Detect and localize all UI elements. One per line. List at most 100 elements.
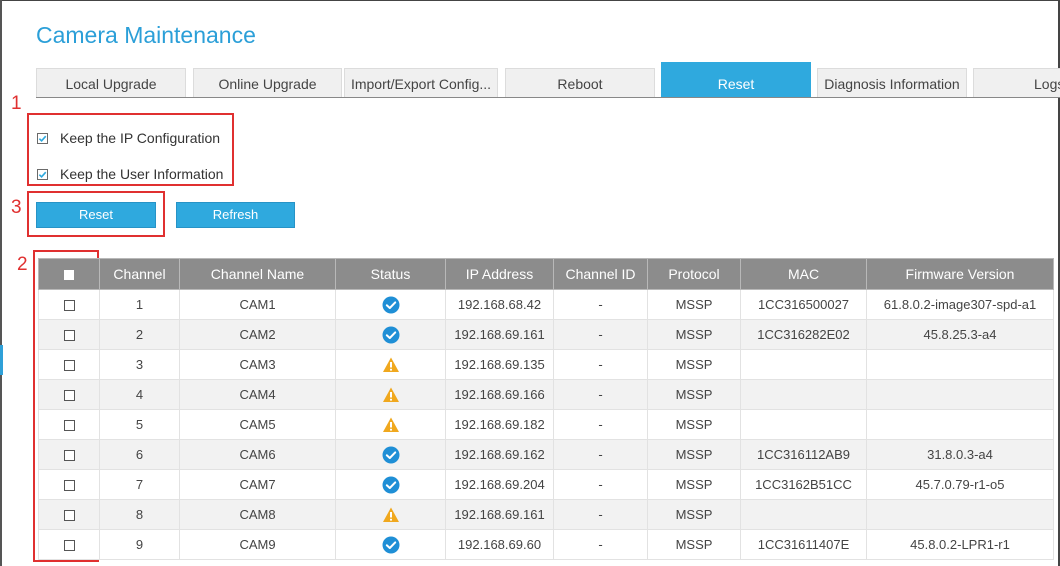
channel-name-cell: CAM1	[179, 289, 336, 320]
row-checkbox[interactable]	[63, 480, 75, 492]
camera-table: Channel Channel Name Status IP Address C…	[38, 258, 1054, 560]
tab-local-upgrade[interactable]: Local Upgrade	[36, 68, 186, 97]
channel-cell: 7	[99, 469, 180, 500]
protocol-cell: MSSP	[647, 529, 741, 560]
check-circle-icon	[382, 476, 399, 493]
refresh-button[interactable]: Refresh	[176, 202, 295, 228]
channel-cell: 1	[99, 289, 180, 320]
table-row[interactable]: 6 CAM6 192.168.69.162- MSSP 1CC316112AB9 31.8…	[38, 439, 1054, 470]
row-select-cell[interactable]	[38, 529, 100, 560]
table-header-row: Channel Channel Name Status IP Address C…	[38, 258, 1054, 290]
check-circle-icon	[382, 326, 399, 343]
table-row[interactable]: 3 CAM3 192.168.69.135- MSSP	[38, 349, 1054, 380]
channel-id-cell: -	[553, 439, 648, 470]
firmware-version-cell	[866, 499, 1054, 530]
row-checkbox[interactable]	[63, 330, 75, 342]
ip-address-cell: 192.168.69.162	[445, 439, 554, 470]
row-checkbox[interactable]	[63, 300, 75, 312]
status-cell	[335, 319, 446, 350]
tab-import-export-config[interactable]: Import/Export Config...	[344, 68, 498, 97]
status-cell	[335, 529, 446, 560]
warning-triangle-icon	[382, 387, 399, 402]
row-checkbox[interactable]	[63, 420, 75, 432]
check-circle-icon	[382, 296, 399, 313]
row-select-cell[interactable]	[38, 499, 100, 530]
column-header-protocol[interactable]: Protocol	[647, 258, 741, 290]
table-row[interactable]: 5 CAM5 192.168.69.182- MSSP	[38, 409, 1054, 440]
tab-logs[interactable]: Logs	[973, 68, 1060, 97]
protocol-cell: MSSP	[647, 409, 741, 440]
channel-name-cell: CAM3	[179, 349, 336, 380]
protocol-cell: MSSP	[647, 289, 741, 320]
table-row[interactable]: 4 CAM4 192.168.69.166- MSSP	[38, 379, 1054, 410]
tab-reset[interactable]: Reset	[661, 62, 811, 98]
mac-cell: 1CC3162B51CC	[740, 469, 867, 500]
channel-id-cell: -	[553, 319, 648, 350]
status-cell	[335, 409, 446, 440]
ip-address-cell: 192.168.69.204	[445, 469, 554, 500]
check-circle-icon	[382, 536, 399, 553]
row-select-cell[interactable]	[38, 409, 100, 440]
page-title: Camera Maintenance	[36, 22, 256, 48]
row-checkbox[interactable]	[63, 540, 75, 552]
status-cell	[335, 349, 446, 380]
select-all-checkbox[interactable]	[64, 270, 74, 281]
protocol-cell: MSSP	[647, 319, 741, 350]
table-row[interactable]: 2 CAM2 192.168.69.161- MSSP 1CC316282E02 45.8…	[38, 319, 1054, 350]
channel-id-cell: -	[553, 529, 648, 560]
column-header-status[interactable]: Status	[335, 258, 446, 290]
mac-cell	[740, 349, 867, 380]
column-header-channel-name[interactable]: Channel Name	[179, 258, 336, 290]
column-header-channel[interactable]: Channel	[99, 258, 180, 290]
firmware-version-cell: 31.8.0.3-a4	[866, 439, 1054, 470]
protocol-cell: MSSP	[647, 379, 741, 410]
select-all-header[interactable]	[38, 258, 100, 290]
firmware-version-cell	[866, 409, 1054, 440]
channel-id-cell: -	[553, 349, 648, 380]
row-select-cell[interactable]	[38, 349, 100, 380]
row-select-cell[interactable]	[38, 289, 100, 320]
channel-cell: 8	[99, 499, 180, 530]
ip-address-cell: 192.168.68.42	[445, 289, 554, 320]
status-cell	[335, 439, 446, 470]
status-cell	[335, 379, 446, 410]
row-select-cell[interactable]	[38, 439, 100, 470]
channel-cell: 5	[99, 409, 180, 440]
firmware-version-cell: 45.7.0.79-r1-o5	[866, 469, 1054, 500]
mac-cell: 1CC316282E02	[740, 319, 867, 350]
column-header-channel-id[interactable]: Channel ID	[553, 258, 648, 290]
firmware-version-cell: 45.8.25.3-a4	[866, 319, 1054, 350]
ip-address-cell: 192.168.69.60	[445, 529, 554, 560]
ip-address-cell: 192.168.69.135	[445, 349, 554, 380]
channel-name-cell: CAM5	[179, 409, 336, 440]
row-checkbox[interactable]	[63, 450, 75, 462]
channel-cell: 9	[99, 529, 180, 560]
row-checkbox[interactable]	[63, 360, 75, 372]
row-checkbox[interactable]	[63, 390, 75, 402]
check-circle-icon	[382, 446, 399, 463]
table-row[interactable]: 8 CAM8 192.168.69.161- MSSP	[38, 499, 1054, 530]
mac-cell: 1CC316112AB9	[740, 439, 867, 470]
tab-reboot[interactable]: Reboot	[505, 68, 655, 97]
channel-cell: 4	[99, 379, 180, 410]
firmware-version-cell: 61.8.0.2-image307-spd-a1	[866, 289, 1054, 320]
table-row[interactable]: 1 CAM1 192.168.68.42- MSSP 1CC316500027 61.8.…	[38, 289, 1054, 320]
row-select-cell[interactable]	[38, 469, 100, 500]
mac-cell	[740, 409, 867, 440]
column-header-ip-address[interactable]: IP Address	[445, 258, 554, 290]
window-top-border	[0, 0, 1060, 1]
channel-cell: 3	[99, 349, 180, 380]
channel-name-cell: CAM6	[179, 439, 336, 470]
tab-online-upgrade[interactable]: Online Upgrade	[193, 68, 342, 97]
table-row[interactable]: 9 CAM9 192.168.69.60- MSSP 1CC31611407E 45.8.…	[38, 529, 1054, 560]
table-row[interactable]: 7 CAM7 192.168.69.204- MSSP 1CC3162B51CC 45.7…	[38, 469, 1054, 500]
row-select-cell[interactable]	[38, 379, 100, 410]
row-checkbox[interactable]	[63, 510, 75, 522]
column-header-mac[interactable]: MAC	[740, 258, 867, 290]
tab-diagnosis-information[interactable]: Diagnosis Information	[817, 68, 967, 97]
mac-cell	[740, 499, 867, 530]
row-select-cell[interactable]	[38, 319, 100, 350]
protocol-cell: MSSP	[647, 499, 741, 530]
warning-triangle-icon	[382, 507, 399, 522]
column-header-firmware-version[interactable]: Firmware Version	[866, 258, 1054, 290]
